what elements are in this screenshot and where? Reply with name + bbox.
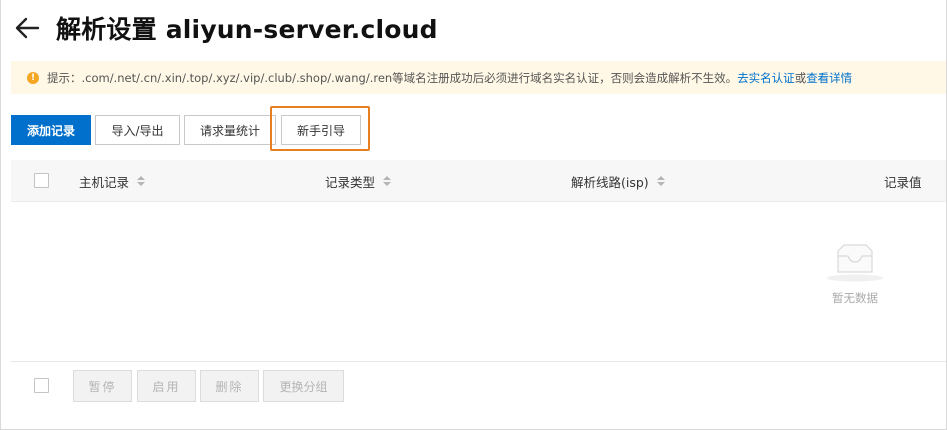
- sort-icon[interactable]: [383, 176, 392, 186]
- page-title: 解析设置 aliyun-server.cloud: [56, 15, 438, 44]
- column-line-label: 解析线路(isp): [571, 174, 649, 190]
- empty-inbox-icon: [827, 244, 883, 282]
- column-value-label: 记录值: [884, 174, 922, 190]
- arrow-left-icon[interactable]: [12, 13, 42, 43]
- delete-button[interactable]: 删除: [200, 370, 259, 402]
- page-header: 解析设置 aliyun-server.cloud: [12, 8, 438, 48]
- select-all-checkbox[interactable]: [34, 173, 49, 188]
- enable-button[interactable]: 启用: [137, 370, 196, 402]
- column-line[interactable]: 解析线路(isp): [571, 160, 665, 202]
- warning-icon: !: [27, 71, 39, 84]
- sort-icon[interactable]: [656, 176, 665, 186]
- pause-button[interactable]: 暂停: [73, 370, 132, 402]
- view-details-link[interactable]: 查看详情: [806, 70, 852, 86]
- import-export-button[interactable]: 导入/导出: [95, 115, 180, 145]
- sort-icon[interactable]: [137, 176, 146, 186]
- column-type[interactable]: 记录类型: [325, 160, 392, 202]
- add-record-button[interactable]: 添加记录: [11, 115, 91, 145]
- table-header: 主机记录 记录类型 解析线路(isp) 记录值: [11, 160, 946, 202]
- footer-select-checkbox[interactable]: [34, 378, 49, 393]
- beginner-guide-button[interactable]: 新手引导: [281, 115, 361, 145]
- real-name-link[interactable]: 去实名认证: [737, 70, 795, 86]
- empty-state: 暂无数据: [800, 240, 910, 306]
- change-group-button[interactable]: 更换分组: [263, 370, 344, 402]
- notice-banner: ! 提示：.com/.net/.cn/.xin/.top/.xyz/.vip/.…: [11, 61, 946, 94]
- column-host-label: 主机记录: [79, 174, 130, 190]
- column-type-label: 记录类型: [325, 174, 376, 190]
- request-stats-button[interactable]: 请求量统计: [184, 115, 276, 145]
- empty-state-label: 暂无数据: [832, 291, 878, 305]
- notice-conjunction: 或: [794, 70, 807, 85]
- footer-divider: [11, 361, 946, 362]
- notice-text: 提示：.com/.net/.cn/.xin/.top/.xyz/.vip/.cl…: [47, 70, 738, 85]
- column-host[interactable]: 主机记录: [79, 160, 146, 202]
- column-value: 记录值: [884, 160, 922, 202]
